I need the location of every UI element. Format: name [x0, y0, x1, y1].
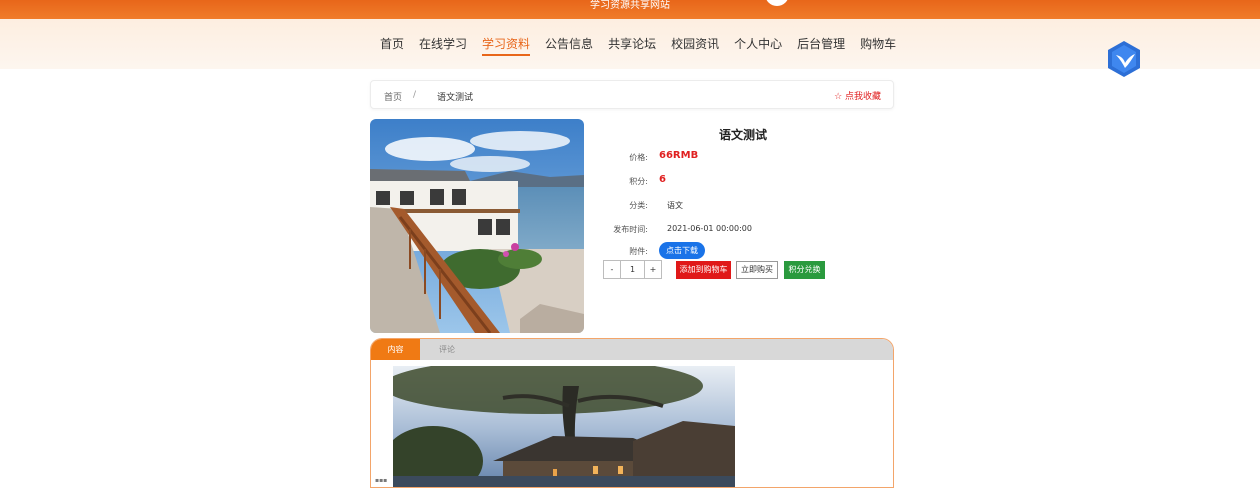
buy-now-button[interactable]: 立即购买 — [736, 261, 778, 279]
quantity-decrease-button[interactable]: - — [604, 261, 621, 278]
tab-content[interactable]: 内容 — [371, 339, 420, 360]
top-banner: 学习资源共享网站 — [0, 0, 1260, 19]
tab-comments[interactable]: 评论 — [421, 339, 473, 360]
published-value: 2021-06-01 00:00:00 — [667, 224, 752, 233]
nav-item-personal-center[interactable]: 个人中心 — [734, 36, 782, 56]
category-label: 分类: — [629, 201, 648, 210]
nav-item-campus-news[interactable]: 校园资讯 — [671, 36, 719, 56]
add-to-cart-button[interactable]: 添加到购物车 — [676, 261, 731, 279]
attachment-label: 附件: — [629, 247, 648, 256]
points-value: 6 — [659, 174, 666, 185]
nav-item-online-learning[interactable]: 在线学习 — [419, 36, 467, 56]
breadcrumb-current: 语文测试 — [437, 93, 474, 103]
bird-hexagon-icon[interactable] — [1107, 40, 1141, 78]
published-label: 发布时间: — [613, 225, 648, 234]
quantity-increase-button[interactable]: + — [644, 261, 661, 278]
category-value: 语文 — [667, 201, 683, 210]
nav-item-announcements[interactable]: 公告信息 — [545, 36, 593, 56]
points-exchange-button[interactable]: 积分兑换 — [784, 261, 825, 279]
nav-item-forum[interactable]: 共享论坛 — [608, 36, 656, 56]
price-value: 66RMB — [659, 150, 699, 161]
quantity-stepper: - 1 + — [603, 260, 662, 279]
favorite-button[interactable]: ☆ 点我收藏 — [834, 89, 881, 102]
breadcrumb: 首页 / 语文测试 ☆ 点我收藏 — [370, 80, 894, 109]
download-button[interactable]: 点击下载 — [659, 242, 705, 259]
breadcrumb-home-link[interactable]: 首页 — [384, 90, 402, 103]
nav-item-admin[interactable]: 后台管理 — [797, 36, 845, 56]
price-label: 价格: — [629, 153, 648, 162]
points-label: 积分: — [629, 177, 648, 186]
resource-cover-image — [370, 119, 584, 333]
site-title: 学习资源共享网站 — [590, 0, 670, 11]
main-nav: 首页 在线学习 学习资料 公告信息 共享论坛 校园资讯 个人中心 后台管理 购物… — [0, 19, 1260, 77]
nav-item-study-materials[interactable]: 学习资料 — [482, 36, 531, 56]
breadcrumb-separator: / — [413, 90, 417, 100]
nav-item-cart[interactable]: 购物车 — [860, 36, 896, 56]
resource-title: 语文测试 — [718, 128, 767, 142]
content-image — [393, 366, 735, 487]
detail-tabs-panel: 内容 评论 ▪▪▪ — [370, 338, 894, 488]
quantity-input[interactable]: 1 — [621, 261, 644, 278]
nav-item-home[interactable]: 首页 — [380, 36, 404, 56]
